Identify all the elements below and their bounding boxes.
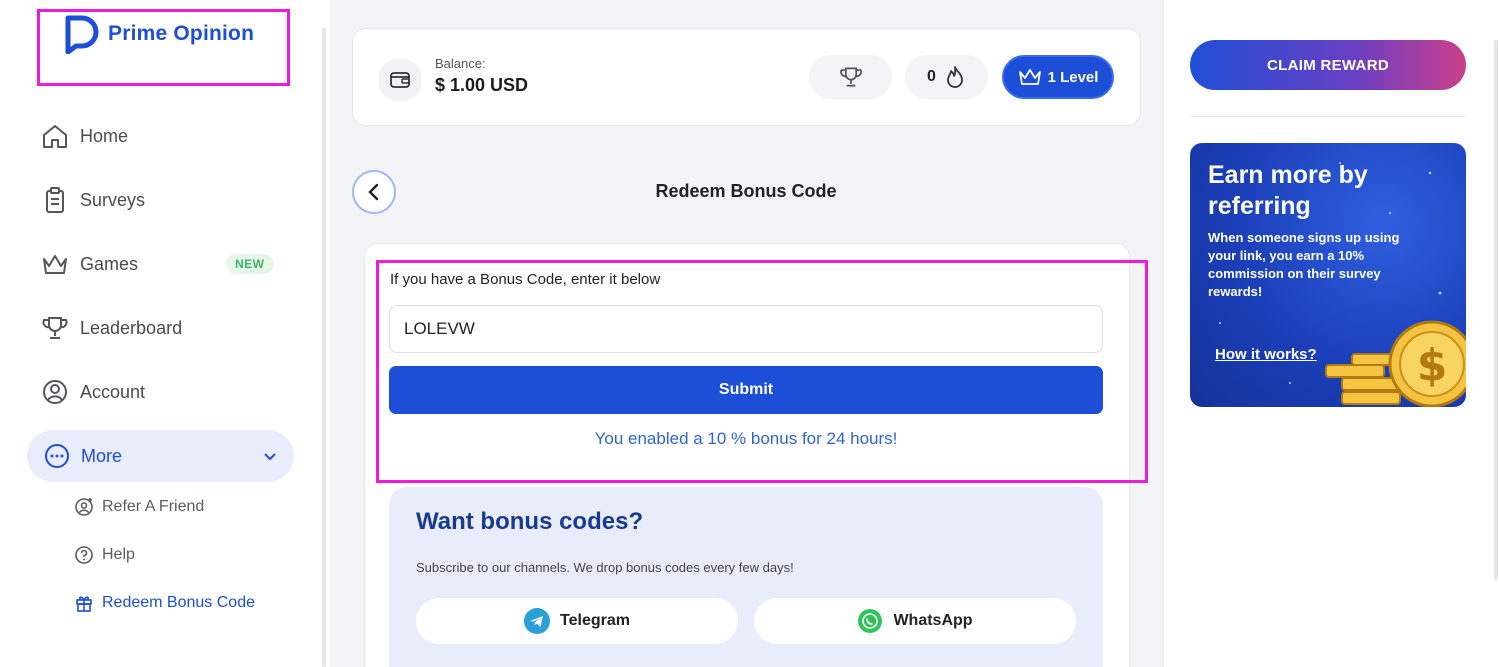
form-highlight bbox=[376, 260, 1148, 483]
trophy-icon bbox=[42, 317, 68, 339]
sidebar-item-leaderboard[interactable]: Leaderboard bbox=[40, 313, 182, 343]
level-label: 1 Level bbox=[1047, 68, 1099, 86]
sidebar-scrollbar[interactable] bbox=[322, 28, 326, 667]
gift-icon bbox=[76, 596, 92, 612]
crown-icon bbox=[1018, 69, 1041, 85]
bonus-panel-title: Want bonus codes? bbox=[416, 508, 644, 535]
clipboard-icon bbox=[46, 187, 64, 213]
telegram-icon bbox=[524, 608, 551, 634]
how-it-works-link[interactable]: How it works? bbox=[1215, 346, 1317, 363]
right-scrollbar[interactable] bbox=[1494, 40, 1498, 580]
more-dots-icon bbox=[45, 444, 69, 468]
telegram-label: Telegram bbox=[560, 612, 630, 629]
sidebar-item-games[interactable]: Games bbox=[40, 249, 138, 279]
help-icon bbox=[75, 546, 93, 564]
crown-icon bbox=[43, 255, 67, 274]
home-icon bbox=[43, 125, 67, 148]
sidebar-subitem-help[interactable]: Help bbox=[74, 545, 135, 565]
whatsapp-icon bbox=[858, 609, 883, 633]
svg-text:$: $ bbox=[1417, 340, 1448, 391]
coins-illustration: $ bbox=[1325, 320, 1466, 407]
user-icon bbox=[43, 380, 67, 404]
whatsapp-button[interactable]: WhatsApp bbox=[754, 598, 1076, 644]
user-plus-icon bbox=[75, 498, 93, 516]
chevron-left-icon bbox=[368, 183, 379, 201]
prime-opinion-logo-icon bbox=[65, 15, 99, 54]
referral-title: Earn more by referring bbox=[1208, 161, 1368, 220]
sidebar-item-label: Surveys bbox=[80, 189, 146, 210]
sidebar-item-home[interactable]: Home bbox=[40, 121, 128, 151]
referral-description: When someone signs up using your link, y… bbox=[1208, 230, 1400, 299]
sidebar-item-label: Account bbox=[80, 381, 146, 402]
streak-count: 0 bbox=[927, 68, 936, 85]
wallet-icon bbox=[378, 58, 422, 102]
whatsapp-label: WhatsApp bbox=[893, 612, 973, 629]
level-pill[interactable]: 1 Level bbox=[1002, 55, 1114, 99]
sidebar-subitem-label: Help bbox=[102, 546, 135, 563]
sidebar-item-label: Home bbox=[80, 125, 129, 146]
streak-pill[interactable]: 0 bbox=[905, 55, 988, 99]
sidebar-item-label: Leaderboard bbox=[80, 317, 183, 338]
sidebar-subitem-label: Refer A Friend bbox=[102, 498, 205, 515]
brand-name: Prime Opinion bbox=[108, 22, 255, 45]
new-badge: NEW bbox=[226, 254, 274, 274]
telegram-button[interactable]: Telegram bbox=[416, 598, 738, 644]
claim-reward-button[interactable]: CLAIM REWARD bbox=[1190, 40, 1466, 90]
sidebar-subitem-redeem-bonus-code[interactable]: Redeem Bonus Code bbox=[74, 593, 255, 613]
brand-logo[interactable]: Prime Opinion bbox=[62, 14, 254, 54]
sidebar-item-account[interactable]: Account bbox=[40, 377, 145, 407]
flame-icon bbox=[947, 66, 963, 88]
sidebar-subitem-label: Redeem Bonus Code bbox=[102, 594, 255, 611]
sidebar-subitem-refer[interactable]: Refer A Friend bbox=[74, 497, 204, 517]
back-button[interactable] bbox=[352, 170, 396, 214]
leaderboard-pill[interactable] bbox=[809, 55, 892, 99]
sidebar-item-label: Games bbox=[80, 253, 139, 274]
balance-label: Balance: bbox=[435, 56, 486, 71]
trophy-icon bbox=[839, 67, 862, 87]
sidebar-item-surveys[interactable]: Surveys bbox=[40, 185, 145, 215]
divider bbox=[1162, 0, 1164, 667]
sidebar-item-label: More bbox=[81, 445, 123, 466]
sidebar-item-more[interactable]: More bbox=[27, 430, 294, 482]
balance-value: $ 1.00 USD bbox=[435, 75, 529, 95]
sidebar: Prime Opinion Home Surveys Games NEW Lea… bbox=[0, 0, 322, 667]
chevron-down-icon[interactable] bbox=[262, 448, 278, 464]
bonus-panel-description: Subscribe to our channels. We drop bonus… bbox=[416, 560, 794, 575]
divider bbox=[1190, 116, 1466, 117]
page-title: Redeem Bonus Code bbox=[655, 181, 837, 201]
